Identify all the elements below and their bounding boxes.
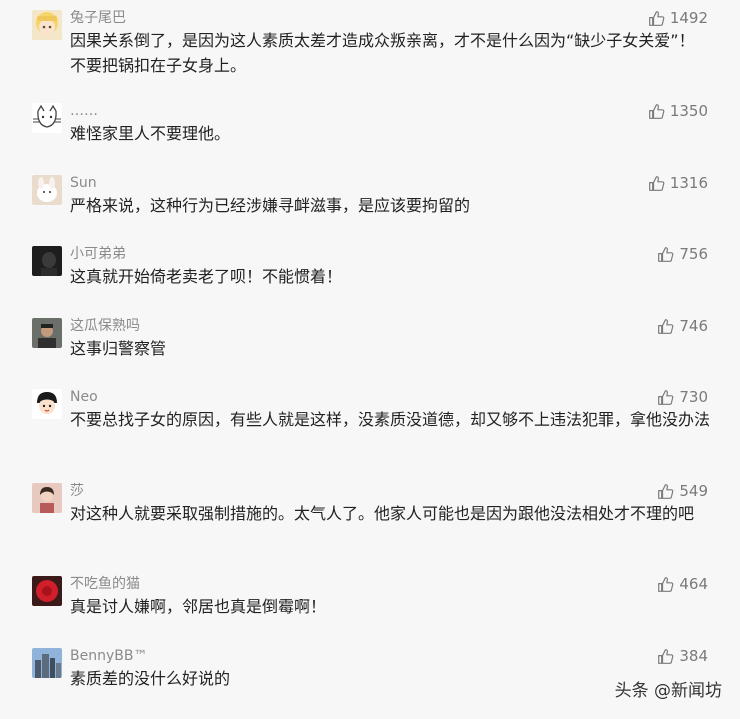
thumbs-up-icon	[658, 318, 674, 334]
like-button[interactable]: 756	[657, 245, 708, 263]
like-count: 549	[679, 482, 708, 500]
comment-text: 难怪家里人不要理他。	[70, 124, 231, 143]
like-button[interactable]: 1316	[648, 174, 708, 192]
username[interactable]: 这瓜保熟吗	[70, 318, 140, 334]
thumbs-up-icon	[648, 10, 665, 26]
thumbs-up-icon	[658, 389, 674, 405]
avatar[interactable]	[32, 175, 62, 205]
avatar[interactable]	[32, 576, 62, 606]
avatar[interactable]	[32, 246, 62, 276]
like-count: 384	[679, 647, 708, 665]
avatar[interactable]	[32, 483, 62, 513]
city-photo-avatar-icon	[32, 648, 62, 678]
username[interactable]: 小可弟弟	[70, 246, 126, 262]
cartoon-girl-avatar-icon	[32, 10, 62, 40]
thumbs-up-icon	[648, 175, 665, 191]
man-photo-avatar-icon	[32, 318, 62, 348]
like-count: 756	[679, 245, 708, 263]
username[interactable]: 不吃鱼的猫	[70, 576, 140, 592]
username[interactable]: BennyBB™	[70, 648, 147, 664]
comment-text: 真是讨人嫌啊，邻居也真是倒霉啊！	[70, 597, 327, 616]
thumbs-up-icon	[658, 246, 674, 262]
thumbs-up-icon	[648, 103, 665, 119]
red-flower-avatar-icon	[32, 576, 62, 606]
like-button[interactable]: 549	[657, 482, 708, 500]
thumbs-up-icon	[658, 576, 674, 592]
avatar[interactable]	[32, 648, 62, 678]
avatar[interactable]	[32, 389, 62, 419]
like-count: 464	[679, 575, 708, 593]
username[interactable]: ……	[70, 103, 98, 119]
comment-text: 这真就开始倚老卖老了呗！不能惯着！	[70, 267, 343, 286]
watermark: 头条 @新闻坊	[614, 681, 722, 701]
dark-portrait-avatar-icon	[32, 246, 62, 276]
comment-text: 不要总找子女的原因，有些人就是这样，没素质没道德，却又够不上违法犯罪，拿他没办法	[70, 410, 711, 429]
like-count: 1350	[669, 102, 708, 120]
username[interactable]: Neo	[70, 389, 98, 405]
like-button[interactable]: 1492	[648, 9, 708, 27]
like-button[interactable]: 464	[657, 575, 708, 593]
thumbs-up-icon	[658, 483, 674, 499]
comment-text: 因果关系倒了，是因为这人素质太差才造成众叛亲离，才不是什么因为“缺少子女关爱”！…	[70, 31, 695, 75]
thumbs-up-icon	[658, 648, 674, 664]
like-count: 1492	[669, 9, 708, 27]
like-count: 746	[679, 317, 708, 335]
avatar[interactable]	[32, 318, 62, 348]
username[interactable]: Sun	[70, 175, 97, 191]
comment-text: 对这种人就要采取强制措施的。太气人了。他家人可能也是因为跟他没法相处才不理的吧	[70, 504, 695, 523]
like-count: 730	[679, 388, 708, 406]
like-button[interactable]: 1350	[648, 102, 708, 120]
avatar[interactable]	[32, 10, 62, 40]
comment-text: 这事归警察管	[70, 339, 167, 358]
like-button[interactable]: 384	[657, 647, 708, 665]
like-count: 1316	[669, 174, 708, 192]
like-button[interactable]: 730	[657, 388, 708, 406]
avatar[interactable]	[32, 103, 62, 133]
comment-text: 严格来说，这种行为已经涉嫌寻衅滋事，是应该要拘留的	[70, 196, 471, 215]
username[interactable]: 兔子尾巴	[70, 10, 126, 26]
like-button[interactable]: 746	[657, 317, 708, 335]
cartoon-boy-avatar-icon	[32, 389, 62, 419]
woman-photo-avatar-icon	[32, 483, 62, 513]
cat-sketch-avatar-icon	[32, 103, 62, 133]
rabbit-photo-avatar-icon	[32, 175, 62, 205]
username[interactable]: 莎	[70, 483, 84, 499]
